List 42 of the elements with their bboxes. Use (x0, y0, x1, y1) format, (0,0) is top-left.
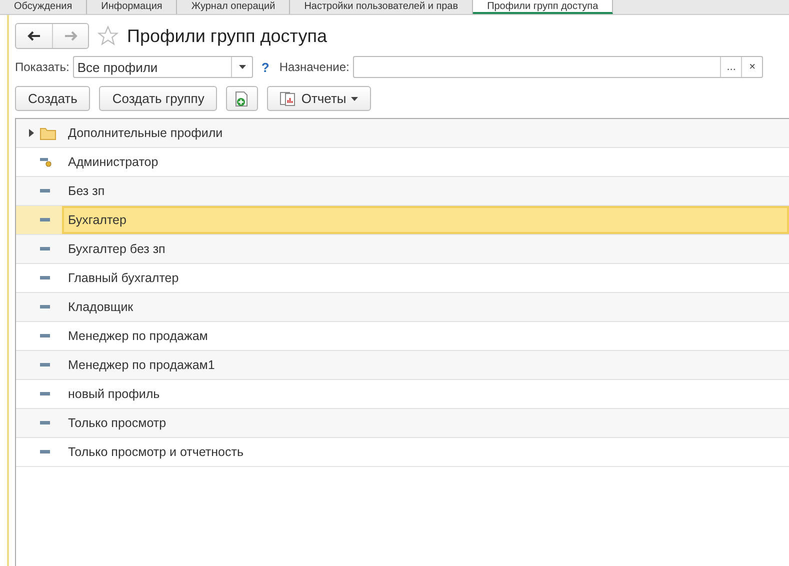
forward-arrow-icon (64, 31, 78, 41)
profile-icon (40, 276, 50, 280)
profile-name[interactable]: Главный бухгалтер (62, 264, 789, 292)
back-arrow-icon (27, 31, 41, 41)
profile-icon (40, 363, 50, 367)
window-tab[interactable]: Журнал операций (177, 0, 290, 14)
show-dropdown[interactable]: Все профили (73, 56, 254, 78)
profile-icon (40, 305, 50, 309)
profile-name[interactable]: Только просмотр и отчетность (62, 438, 789, 466)
profile-icon (40, 450, 50, 454)
profile-name[interactable]: Менеджер по продажам (62, 322, 789, 350)
profile-icon (40, 218, 50, 222)
purpose-field[interactable]: ... × (353, 56, 764, 78)
pick-button[interactable]: ... (720, 57, 742, 77)
copy-button[interactable] (226, 86, 258, 111)
admin-profile-icon (40, 157, 52, 167)
profile-icon (40, 392, 50, 396)
window-tab[interactable]: Профили групп доступа (473, 0, 614, 14)
report-icon (280, 92, 296, 106)
page-title: Профили групп доступа (127, 26, 327, 46)
profile-icon (40, 247, 50, 251)
window-tab[interactable]: Информация (87, 0, 178, 14)
caret-icon (238, 65, 246, 69)
profile-icon (40, 421, 50, 425)
caret-icon (351, 96, 358, 100)
profile-name[interactable]: Администратор (62, 148, 789, 176)
profile-name[interactable]: новый профиль (62, 380, 789, 408)
show-label: Показать: (15, 60, 70, 74)
folder-icon (40, 126, 56, 140)
create-button[interactable]: Создать (15, 86, 90, 111)
profile-name[interactable]: Бухгалтер (62, 206, 789, 234)
expand-icon[interactable] (29, 129, 34, 137)
profile-icon (40, 334, 50, 338)
add-document-icon (235, 90, 250, 106)
create-group-button[interactable]: Создать группу (99, 86, 218, 111)
window-tab[interactable]: Обсуждения (0, 0, 88, 14)
reports-button[interactable]: Отчеты (267, 86, 372, 111)
clear-button[interactable]: × (741, 57, 762, 77)
profile-icon (40, 189, 50, 193)
help-link[interactable]: ? (261, 60, 270, 74)
star-icon[interactable] (97, 25, 119, 47)
purpose-label: Назначение: (279, 60, 350, 74)
